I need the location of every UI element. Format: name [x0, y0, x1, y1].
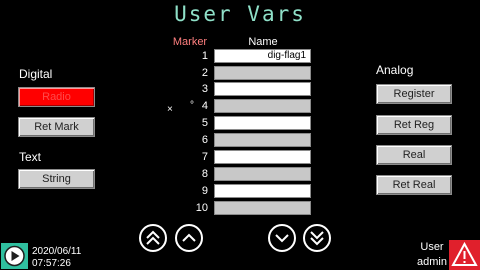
row-number: 10 [195, 202, 208, 214]
ret-real-button[interactable]: Ret Real [376, 175, 452, 195]
status-date: 2020/06/11 [32, 246, 82, 257]
double-chevron-down-icon [310, 231, 324, 246]
row-name-field[interactable] [214, 167, 311, 181]
user-label: User [420, 241, 444, 253]
string-button[interactable]: String [18, 169, 95, 189]
x-mark: × [167, 104, 173, 115]
chevron-down-icon [275, 234, 289, 243]
row-number: 2 [201, 67, 208, 79]
dot-mark: ° [190, 100, 194, 111]
row-number: 3 [201, 83, 208, 95]
row-name-field[interactable] [214, 184, 311, 198]
marker-column-header: Marker [172, 36, 208, 48]
scroll-up-button[interactable] [175, 224, 203, 252]
double-chevron-up-icon [146, 230, 160, 245]
real-button[interactable]: Real [376, 145, 452, 165]
ret-mark-button[interactable]: Ret Mark [18, 117, 95, 137]
row-name-field[interactable] [214, 150, 311, 164]
play-icon [4, 245, 25, 267]
row-name-field[interactable] [214, 133, 311, 147]
row-number: 5 [201, 117, 208, 129]
chevron-up-icon [182, 233, 196, 242]
scroll-down-button[interactable] [268, 224, 296, 252]
name-column-header: Name [248, 36, 278, 48]
page-down-button[interactable] [303, 224, 331, 252]
digital-section-label: Digital [19, 67, 53, 81]
row-name-field[interactable] [214, 201, 311, 215]
row-number: 9 [201, 185, 208, 197]
row-number: 8 [201, 168, 208, 180]
row-name-field[interactable] [214, 66, 311, 80]
row-name-field[interactable]: dig-flag1 [214, 49, 311, 63]
row-name-field[interactable] [214, 116, 311, 130]
page-title: User Vars [174, 2, 306, 26]
row-number: 6 [201, 134, 208, 146]
user-name: admin [417, 256, 447, 268]
play-button[interactable] [1, 243, 28, 269]
page-up-button[interactable] [139, 224, 167, 252]
ret-reg-button[interactable]: Ret Reg [376, 115, 452, 135]
status-time: 07:57:26 [32, 258, 71, 269]
row-number: 1 [201, 50, 208, 62]
alarm-button[interactable] [449, 240, 480, 270]
radio-button[interactable]: Radio [18, 87, 95, 107]
row-name-field[interactable] [214, 99, 311, 113]
analog-section-label: Analog [376, 63, 414, 77]
warning-icon [451, 241, 478, 266]
text-section-label: Text [19, 150, 42, 164]
row-name-field[interactable] [214, 82, 311, 96]
register-button[interactable]: Register [376, 84, 452, 104]
row-number: 7 [201, 151, 208, 163]
